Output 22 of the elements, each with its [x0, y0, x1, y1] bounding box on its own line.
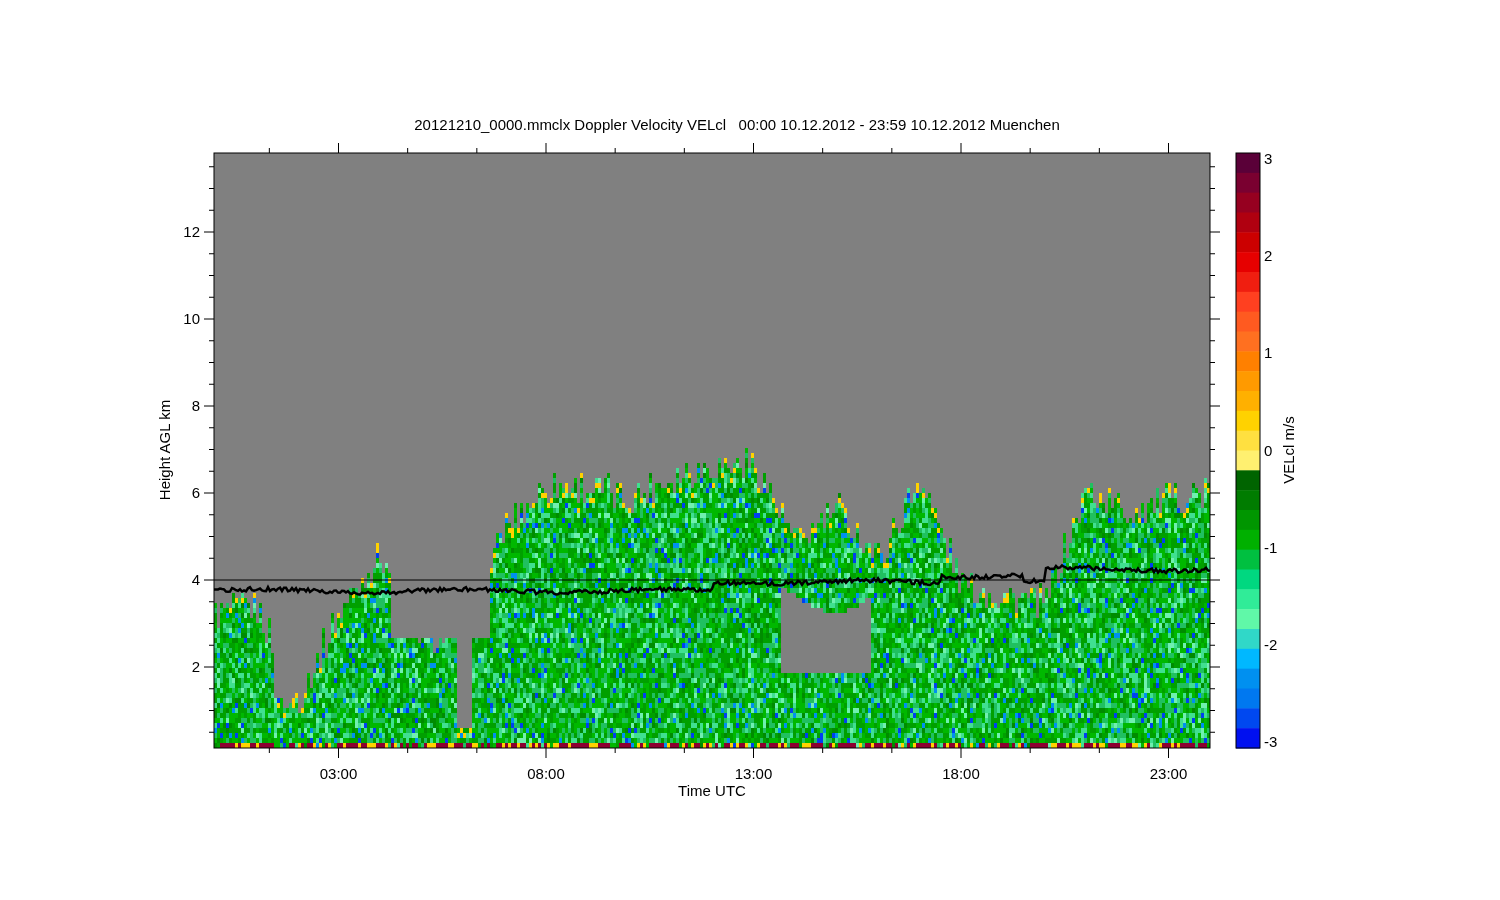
colorbar-tick-label: -3 [1264, 733, 1278, 750]
y-tick-label: 6 [191, 484, 200, 501]
colorbar-tick-label: 1 [1264, 344, 1273, 362]
colorbar-tick-label: -2 [1264, 635, 1278, 653]
chart-title: 20121210_0000.mmclx Doppler Velocity VELcl 00:00 10.12.2012 - 23:59 10.12.2012 Muenchen [414, 116, 1060, 133]
colorbar-tick-label: 0 [1264, 441, 1273, 459]
y-tick-label: 8 [191, 397, 200, 414]
y-tick-label: 12 [183, 223, 200, 240]
x-tick-label: 13:00 [734, 765, 773, 782]
colorbar-tick-label: -1 [1264, 538, 1278, 556]
y-tick-label: 2 [191, 658, 200, 675]
y-tick-label: 10 [183, 310, 200, 327]
colorbar-tick-label: 3 [1264, 150, 1273, 167]
y-tick-label: 4 [191, 571, 200, 588]
x-tick-label: 08:00 [527, 765, 565, 782]
y-axis-label: Height AGL km [156, 399, 173, 501]
x-tick-label: 03:00 [319, 765, 358, 782]
x-tick-label: 23:00 [1149, 765, 1188, 782]
x-axis-label: Time UTC [678, 782, 746, 799]
colorbar-label: VELcl m/s [1280, 416, 1297, 484]
colorbar-tick-label: 2 [1264, 247, 1273, 265]
x-tick-label: 18:00 [942, 765, 980, 782]
